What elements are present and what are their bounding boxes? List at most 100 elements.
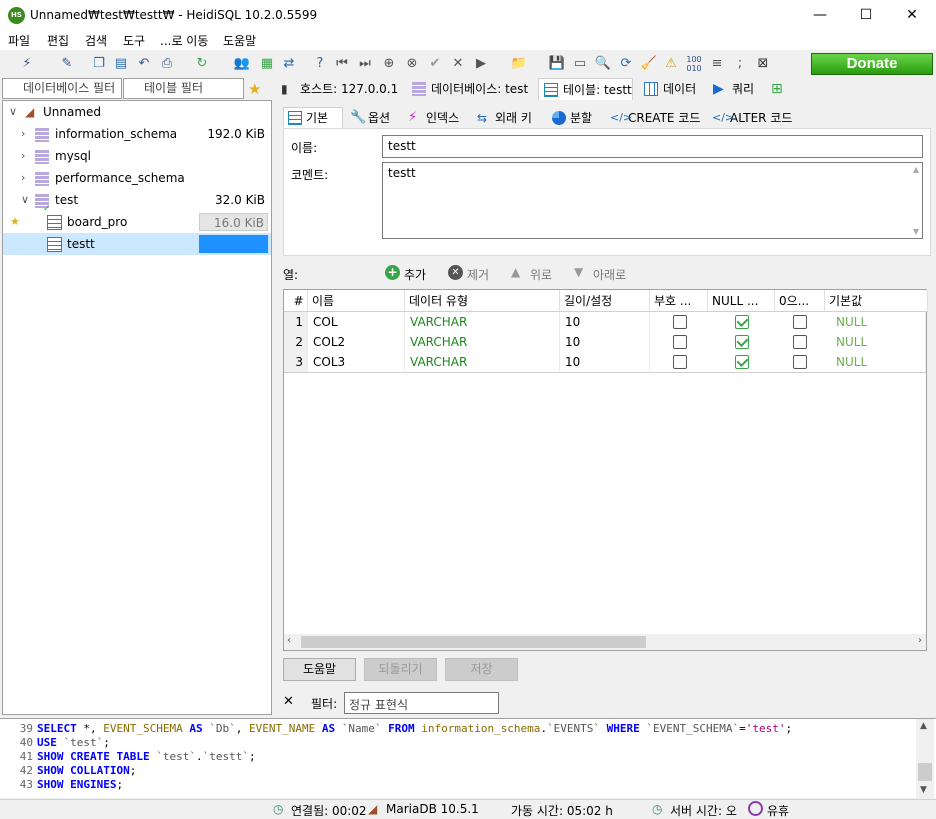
add-icon[interactable]: + <box>385 265 400 280</box>
move-up-button[interactable]: 위로 <box>530 266 552 283</box>
chevron-right-icon[interactable]: › <box>21 123 25 145</box>
header-null[interactable]: NULL ... <box>708 290 775 312</box>
run-query-icon[interactable]: ▶ <box>472 55 490 73</box>
move-down-button[interactable]: 아래로 <box>593 266 626 283</box>
unsigned-checkbox[interactable] <box>673 355 687 369</box>
null-checkbox[interactable] <box>735 355 749 369</box>
discard-button[interactable]: 되돌리기 <box>364 658 437 681</box>
cell-datatype[interactable]: VARCHAR <box>405 312 560 332</box>
cell-default[interactable]: NULL <box>831 312 926 332</box>
tree-item-performance-schema[interactable]: › performance_schema <box>3 167 271 189</box>
remove-icon[interactable]: ✕ <box>448 265 463 280</box>
chevron-right-icon[interactable]: › <box>21 167 25 189</box>
word-wrap-icon[interactable]: ≡ <box>708 55 726 73</box>
tab-basic[interactable]: 기본 <box>283 107 343 128</box>
scrollbar-thumb[interactable] <box>918 763 932 781</box>
table-row[interactable]: 2 COL2 VARCHAR 10 NULL <box>284 332 926 352</box>
warning-icon[interactable]: ⚠ <box>662 55 680 73</box>
copy-icon[interactable]: ❐ <box>90 55 108 73</box>
last-record-icon[interactable]: ⏭ <box>356 55 374 73</box>
header-datatype[interactable]: 데이터 유형 <box>405 290 560 312</box>
chevron-down-icon[interactable]: ∨ <box>9 101 17 123</box>
scroll-up-icon[interactable]: ▲ <box>920 721 927 731</box>
filter-input[interactable]: 정규 표현식 <box>344 692 499 714</box>
header-name[interactable]: 이름 <box>308 290 405 312</box>
header-zerofill[interactable]: 0으... <box>775 290 825 312</box>
menu-goto[interactable]: ...로 이동 <box>160 32 208 49</box>
menu-edit[interactable]: 편집 <box>47 32 69 49</box>
header-default[interactable]: 기본값 <box>825 290 928 312</box>
cell-datatype[interactable]: VARCHAR <box>405 352 560 372</box>
scroll-right-icon[interactable]: › <box>918 635 922 646</box>
help-icon[interactable]: ? <box>311 55 329 73</box>
session-manager-icon[interactable]: ⚡ <box>18 55 36 73</box>
replace-icon[interactable]: ⟳ <box>617 55 635 73</box>
comment-field[interactable]: testt ▲ ▼ <box>382 162 923 239</box>
cell-default[interactable]: NULL <box>831 352 926 372</box>
tree-item-testt[interactable]: testt 16.0 KiB <box>3 233 271 255</box>
header-unsigned[interactable]: 부호 ... <box>650 290 708 312</box>
zerofill-checkbox[interactable] <box>793 355 807 369</box>
header-length[interactable]: 길이/설정 <box>560 290 650 312</box>
cell-name[interactable]: COL2 <box>308 332 405 352</box>
binary-icon[interactable]: 100 010 <box>685 55 703 73</box>
cell-default[interactable]: NULL <box>831 332 926 352</box>
tab-query[interactable]: ▶ 쿼리 <box>708 78 754 100</box>
down-arrow-icon[interactable]: ▼ <box>574 265 583 279</box>
tab-alter-code[interactable]: </> ALTER 코드 <box>707 107 793 128</box>
undo-icon[interactable]: ↶ <box>135 55 153 73</box>
db-filter-input[interactable]: 데이터베이스 필터 <box>2 78 122 99</box>
remove-column-button[interactable]: 제거 <box>467 266 489 283</box>
unsigned-checkbox[interactable] <box>673 335 687 349</box>
table-row[interactable]: 1 COL VARCHAR 10 NULL <box>284 312 926 332</box>
cell-length[interactable]: 10 <box>560 332 650 352</box>
insert-record-icon[interactable]: ⊕ <box>380 55 398 73</box>
user-manager-icon[interactable]: 👥 <box>233 55 251 73</box>
scroll-left-icon[interactable]: ‹ <box>287 635 291 646</box>
vertical-scrollbar[interactable]: ▲ ▼ <box>916 719 934 799</box>
horizontal-scrollbar[interactable]: ‹ › <box>284 634 926 650</box>
export-icon[interactable]: ▦ <box>258 55 276 73</box>
menu-help[interactable]: 도움말 <box>223 32 256 49</box>
tab-indexes[interactable]: ⚡ 인덱스 <box>403 107 460 128</box>
cancel-edit-icon[interactable]: ✕ <box>449 55 467 73</box>
tab-host[interactable]: ▮ 호스트: 127.0.0.1 <box>276 78 398 100</box>
transfer-icon[interactable]: ⇄ <box>280 55 298 73</box>
tree-item-mysql[interactable]: › mysql <box>3 145 271 167</box>
sql-log[interactable]: 39 SELECT *, EVENT_SCHEMA AS `Db`, EVENT… <box>0 718 936 799</box>
help-button[interactable]: 도움말 <box>283 658 356 681</box>
chevron-right-icon[interactable]: › <box>21 145 25 167</box>
zerofill-checkbox[interactable] <box>793 335 807 349</box>
tab-table[interactable]: 테이블: testt <box>538 78 633 100</box>
save-file-icon[interactable]: 💾 <box>548 55 566 73</box>
scrollbar-thumb[interactable] <box>301 636 646 648</box>
refresh-icon[interactable]: ↻ <box>193 55 211 73</box>
maximize-button[interactable]: ☐ <box>843 0 889 30</box>
table-row[interactable]: 3 COL3 VARCHAR 10 NULL <box>284 352 926 372</box>
donate-button[interactable]: Donate <box>811 53 933 75</box>
null-checkbox[interactable] <box>735 315 749 329</box>
tab-options[interactable]: 🔧 옵션 <box>345 107 391 128</box>
save-button[interactable]: 저장 <box>445 658 518 681</box>
favorites-star-icon[interactable]: ★ <box>248 80 261 98</box>
paste-icon[interactable]: ▤ <box>112 55 130 73</box>
zerofill-checkbox[interactable] <box>793 315 807 329</box>
unsigned-checkbox[interactable] <box>673 315 687 329</box>
menu-search[interactable]: 검색 <box>85 32 107 49</box>
up-arrow-icon[interactable]: ▲ <box>511 265 520 279</box>
open-file-icon[interactable]: 📁 <box>510 55 528 73</box>
cell-length[interactable]: 10 <box>560 312 650 332</box>
new-query-tab-icon[interactable]: ⊞ <box>771 81 783 97</box>
tab-foreign-keys[interactable]: ⇆ 외래 키 <box>472 107 533 128</box>
scroll-down-icon[interactable]: ▼ <box>920 785 927 795</box>
delete-record-icon[interactable]: ⊗ <box>403 55 421 73</box>
tree-item-information-schema[interactable]: › information_schema 192.0 KiB <box>3 123 271 145</box>
save-snippet-icon[interactable]: ▭ <box>571 55 589 73</box>
disconnect-icon[interactable]: ✎ <box>58 55 76 73</box>
scroll-up-icon[interactable]: ▲ <box>913 165 919 174</box>
add-column-button[interactable]: 추가 <box>404 266 426 283</box>
stop-icon[interactable]: ⊠ <box>754 55 772 73</box>
cell-name[interactable]: COL <box>308 312 405 332</box>
tab-data[interactable]: 데이터 <box>639 78 696 100</box>
clear-icon[interactable]: 🧹 <box>640 55 658 73</box>
